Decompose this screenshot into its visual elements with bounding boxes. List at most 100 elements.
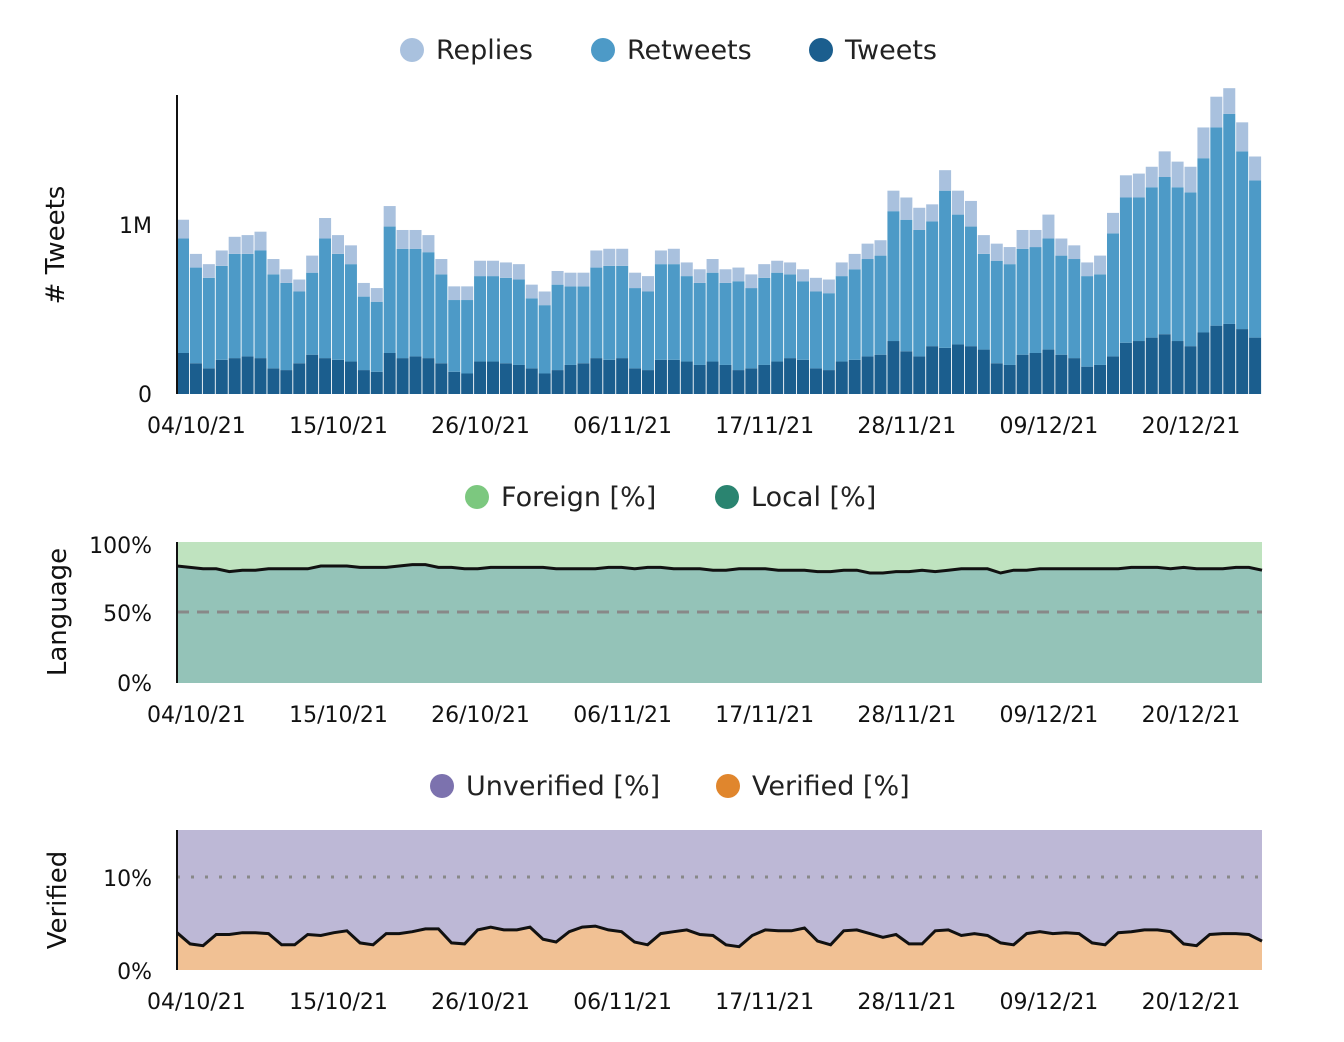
- bar-segment-tweets: [603, 359, 616, 394]
- bar-segment-tweets: [719, 364, 732, 394]
- bar-segment-replies: [590, 250, 603, 268]
- bar-segment-tweets: [1249, 337, 1262, 394]
- bar-segment-replies: [758, 264, 771, 278]
- bar-segment-replies: [202, 264, 215, 278]
- bar-segment-retweets: [1184, 192, 1197, 347]
- bar-segment-tweets: [809, 368, 822, 394]
- panel-tweets: Replies Retweets Tweets # Tweets 0 1M 04…: [41, 35, 1262, 439]
- x-tick-label: 28/11/21: [857, 703, 956, 728]
- bar-segment-tweets: [693, 364, 706, 394]
- legend-label-local: Local [%]: [751, 482, 876, 513]
- y-axis-label-language: Language: [43, 548, 73, 676]
- bar-segment-tweets: [577, 363, 590, 394]
- bar-segment-retweets: [1132, 197, 1145, 342]
- bar-segment-replies: [409, 229, 422, 249]
- bar-segment-replies: [990, 243, 1003, 261]
- bar-segment-retweets: [706, 272, 719, 362]
- bar-segment-replies: [1119, 175, 1132, 198]
- bar-segment-tweets: [435, 363, 448, 394]
- bar-segment-replies: [1107, 212, 1120, 234]
- bar-segment-retweets: [835, 276, 848, 362]
- y-tick-label: 10%: [103, 867, 152, 892]
- bar-segment-retweets: [177, 238, 190, 353]
- bar-segment-replies: [461, 286, 474, 301]
- bar-segment-tweets: [616, 358, 629, 394]
- bar-segment-retweets: [745, 288, 758, 369]
- bar-segment-retweets: [202, 277, 215, 369]
- bar-segment-tweets: [1158, 334, 1171, 394]
- bar-segment-retweets: [680, 276, 693, 362]
- bar-segment-retweets: [280, 282, 293, 371]
- bar-segment-tweets: [461, 373, 474, 394]
- x-tick-label: 20/12/21: [1142, 703, 1241, 728]
- bar-segment-retweets: [319, 238, 332, 359]
- bar-segment-tweets: [629, 368, 642, 394]
- bar-segment-replies: [706, 259, 719, 273]
- bar-segment-retweets: [771, 272, 784, 362]
- bar-segment-replies: [1158, 151, 1171, 178]
- bar-segment-retweets: [784, 274, 797, 359]
- bar-segment-replies: [1236, 122, 1249, 152]
- bar-segment-replies: [642, 276, 655, 292]
- bar-segment-replies: [719, 269, 732, 283]
- bar-segment-replies: [577, 272, 590, 287]
- bar-segment-retweets: [1016, 248, 1029, 355]
- y-tick-label: 1M: [119, 214, 152, 239]
- bar-segment-retweets: [952, 214, 965, 345]
- bar-segment-replies: [654, 250, 667, 265]
- bar-segment-replies: [1029, 229, 1042, 248]
- y-axis-label-tweets: # Tweets: [41, 186, 71, 305]
- bar-segment-replies: [1003, 247, 1016, 265]
- bar-segment-retweets: [383, 226, 396, 353]
- bar-segment-replies: [926, 204, 939, 222]
- bar-segment-tweets: [784, 358, 797, 394]
- bar-segment-replies: [952, 190, 965, 215]
- bar-segment-tweets: [551, 370, 564, 394]
- bar-segment-tweets: [306, 354, 319, 394]
- bar-segment-tweets: [487, 361, 500, 394]
- bar-segment-tweets: [848, 359, 861, 394]
- bar-series-group: [177, 88, 1262, 394]
- bar-segment-retweets: [667, 264, 680, 360]
- bar-segment-replies: [293, 279, 306, 292]
- y-tick-label: 0: [138, 383, 152, 408]
- bar-segment-tweets: [1223, 323, 1236, 394]
- bar-segment-retweets: [848, 269, 861, 360]
- bar-segment-replies: [1210, 96, 1223, 128]
- bar-segment-retweets: [1223, 113, 1236, 324]
- bar-segment-tweets: [293, 363, 306, 394]
- bar-segment-replies: [474, 260, 487, 277]
- x-tick-label: 09/12/21: [999, 414, 1098, 439]
- bar-segment-retweets: [1042, 238, 1055, 350]
- bar-segment-tweets: [1029, 352, 1042, 394]
- legend-label-unverified: Unverified [%]: [466, 771, 660, 802]
- bar-segment-tweets: [1107, 356, 1120, 394]
- bar-segment-retweets: [1236, 151, 1249, 330]
- bar-segment-retweets: [874, 255, 887, 355]
- bar-segment-retweets: [977, 253, 990, 350]
- bar-segment-replies: [964, 200, 977, 227]
- bar-segment-retweets: [1081, 276, 1094, 367]
- bar-segment-replies: [797, 269, 810, 282]
- bar-segment-tweets: [900, 351, 913, 394]
- bar-segment-retweets: [1029, 247, 1042, 353]
- legend-marker-verified: [716, 774, 740, 798]
- bar-segment-replies: [1055, 238, 1068, 256]
- bar-segment-retweets: [732, 281, 745, 371]
- bar-segment-replies: [732, 267, 745, 282]
- bar-segment-tweets: [241, 356, 254, 394]
- bar-segment-replies: [667, 248, 680, 265]
- bar-segment-tweets: [642, 370, 655, 394]
- bar-segment-tweets: [1184, 346, 1197, 394]
- bar-segment-retweets: [461, 300, 474, 374]
- bar-segment-replies: [1132, 173, 1145, 198]
- bar-segment-retweets: [590, 267, 603, 359]
- bar-segment-retweets: [719, 282, 732, 365]
- bar-segment-retweets: [332, 253, 345, 360]
- bar-segment-tweets: [370, 371, 383, 394]
- bar-segment-retweets: [1249, 180, 1262, 338]
- bar-segment-retweets: [396, 248, 409, 359]
- bar-segment-tweets: [1094, 364, 1107, 394]
- bar-segment-retweets: [435, 274, 448, 364]
- bar-segment-replies: [861, 243, 874, 260]
